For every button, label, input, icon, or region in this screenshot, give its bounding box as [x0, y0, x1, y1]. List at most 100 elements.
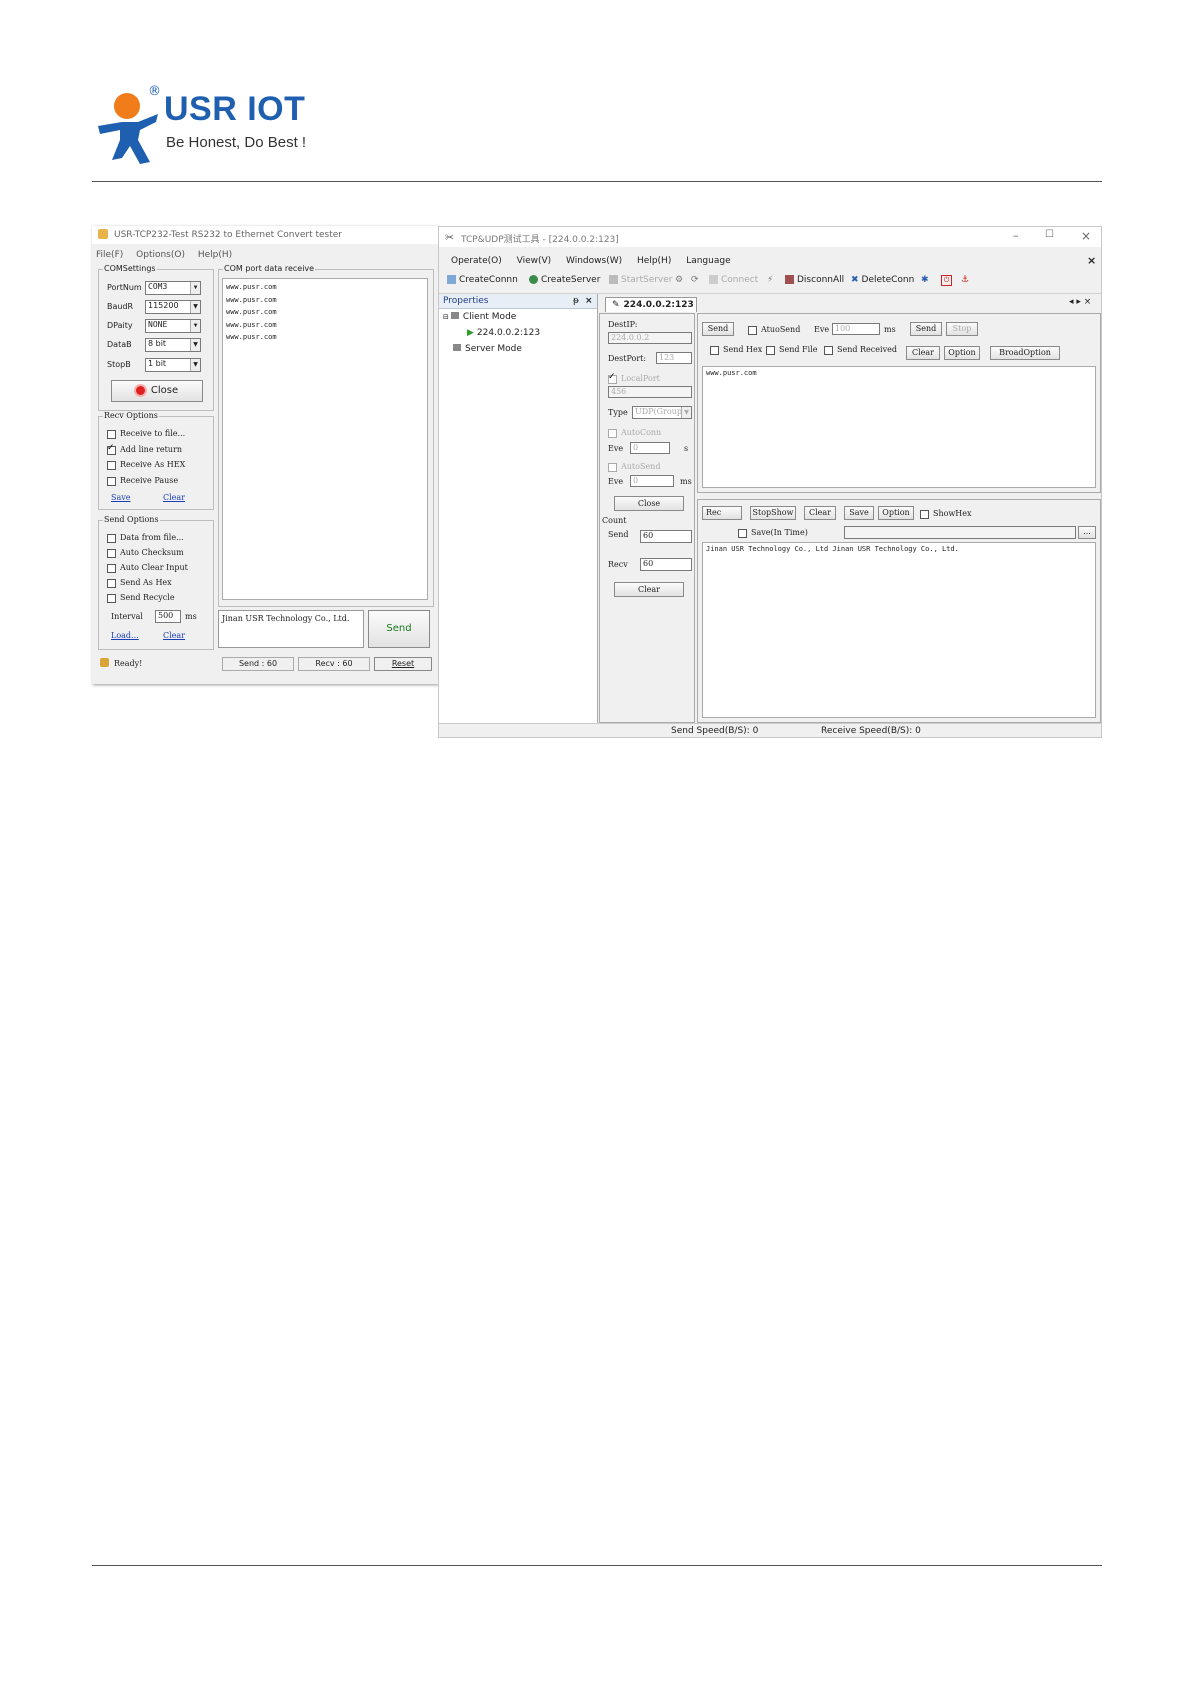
eve1-unit: s [684, 444, 689, 453]
send-as-hex-checkbox[interactable]: Send As Hex [107, 578, 172, 588]
save-in-time-checkbox[interactable]: Save(In Time) [738, 528, 808, 538]
recv-clear-button[interactable]: Clear [804, 506, 836, 520]
ready-icon [100, 658, 109, 667]
com-receive-group: COM port data receive www.pusr.com www.p… [218, 264, 434, 607]
menu-help[interactable]: Help(H) [198, 250, 232, 260]
auto-clear-input-checkbox[interactable]: Auto Clear Input [107, 563, 188, 573]
tree-server-mode[interactable]: Server Mode [453, 344, 522, 354]
count-clear-button[interactable]: Clear [614, 582, 684, 597]
auto-send-checkbox[interactable]: AutoSend [608, 462, 660, 472]
menu-language[interactable]: Language [686, 256, 730, 266]
folder-icon [453, 344, 461, 351]
send-count-input: 60 [640, 530, 692, 543]
send-text-area[interactable]: www.pusr.com [702, 366, 1096, 488]
dest-port-input[interactable]: 123 [656, 352, 692, 364]
send-tab-button[interactable]: Send [702, 322, 734, 336]
com-close-button[interactable]: Close [111, 380, 203, 402]
right-status-bar: Send Speed(B/S): 0 Receive Speed(B/S): 0 [439, 723, 1101, 738]
auto-conn-checkbox[interactable]: AutoConn [608, 428, 661, 438]
recv-save-button[interactable]: Save [844, 506, 874, 520]
dpaity-select[interactable]: NONE ▼ [145, 319, 201, 333]
send-recycle-checkbox[interactable]: Send Recycle [107, 593, 175, 603]
create-server-button[interactable]: CreateServer [529, 275, 600, 285]
menu-options[interactable]: Options(O) [136, 250, 185, 260]
add-line-return-checkbox[interactable]: Add line return [107, 443, 182, 455]
auto-checksum-checkbox[interactable]: Auto Checksum [107, 548, 184, 558]
save-path-input[interactable] [844, 526, 1076, 539]
settings-icon[interactable]: ⚙ [675, 275, 683, 285]
menu-operate[interactable]: Operate(O) [451, 256, 502, 266]
eve1-input[interactable]: 0 [630, 442, 670, 454]
interval-input[interactable]: 500 [155, 610, 181, 623]
connection-tab[interactable]: ✎ 224.0.0.2:123 [605, 297, 697, 312]
local-port-input[interactable]: 456 [608, 386, 692, 398]
eve2-input[interactable]: 0 [630, 475, 674, 487]
send-load-link[interactable]: Load... [111, 631, 139, 640]
send-eve-input[interactable]: 100 [832, 323, 880, 335]
menu-close-icon[interactable]: × [1087, 254, 1096, 267]
eve2-unit: ms [680, 477, 692, 486]
recv-text-area[interactable]: Jinan USR Technology Co., Ltd Jinan USR … [702, 542, 1096, 718]
collapse-icon: ⊟ [443, 313, 449, 321]
local-port-checkbox[interactable]: LocalPort [608, 372, 660, 384]
pin-icon[interactable]: ᵽ [573, 294, 579, 308]
conn-close-button[interactable]: Close [614, 496, 684, 511]
recv-save-link[interactable]: Save [111, 493, 131, 502]
rec-tab-button[interactable]: Rec [702, 506, 742, 520]
properties-close-icon[interactable]: × [585, 294, 593, 308]
menu-help[interactable]: Help(H) [637, 256, 671, 266]
maximize-icon[interactable]: ☐ [1045, 229, 1054, 240]
send-received-checkbox[interactable]: Send Received [824, 345, 897, 355]
stop-button[interactable]: Stop [946, 322, 978, 336]
recv-clear-link[interactable]: Clear [163, 493, 185, 502]
tree-client-mode[interactable]: ⊟ Client Mode [443, 312, 516, 322]
com-receive-text[interactable]: www.pusr.com www.pusr.com www.pusr.com w… [222, 278, 428, 600]
menu-windows[interactable]: Windows(W) [566, 256, 622, 266]
browse-button[interactable]: ... [1078, 526, 1096, 539]
stopb-select[interactable]: 1 bit ▼ [145, 358, 201, 372]
disconn-all-button[interactable]: DisconnAll [785, 275, 844, 285]
send-file-checkbox[interactable]: Send File [766, 345, 817, 355]
delete-conn-button[interactable]: ✖ DeleteConn [851, 275, 914, 285]
disconnect-icon[interactable]: ⚡ [767, 275, 773, 285]
baudr-select[interactable]: 115200 ▼ [145, 300, 201, 314]
close-icon[interactable]: × [1081, 229, 1091, 243]
show-hex-checkbox[interactable]: ShowHex [920, 509, 972, 519]
receive-pause-checkbox[interactable]: Receive Pause [107, 476, 178, 486]
left-send-input[interactable]: Jinan USR Technology Co., Ltd. [218, 610, 364, 648]
tree-client-connection[interactable]: ▶ 224.0.0.2:123 [467, 328, 540, 338]
type-select[interactable]: UDP(Group) ▼ [632, 406, 692, 419]
send-clear-link[interactable]: Clear [163, 631, 185, 640]
send-button[interactable]: Send [910, 322, 942, 336]
minimize-icon[interactable]: – [1013, 229, 1019, 242]
receive-to-file-checkbox[interactable]: Receive to file... [107, 429, 185, 439]
atuo-send-checkbox[interactable]: AtuoSend [748, 325, 800, 335]
menu-file[interactable]: File(F) [96, 250, 123, 260]
create-conn-button[interactable]: CreateConnn [447, 275, 518, 285]
recv-option-button[interactable]: Option [878, 506, 914, 520]
stop-show-button[interactable]: StopShow [750, 506, 796, 520]
data-from-file-checkbox[interactable]: Data from file... [107, 533, 184, 543]
datab-select[interactable]: 8 bit ▼ [145, 338, 201, 352]
dest-ip-input[interactable]: 224.0.0.2 [608, 332, 692, 344]
reset-button[interactable]: Reset [374, 657, 432, 671]
broad-option-button[interactable]: BroadOption [990, 346, 1060, 360]
tab-nav-icons[interactable]: ◂ ▸ × [1069, 297, 1091, 307]
send-option-button[interactable]: Option [944, 346, 980, 360]
link-icon[interactable]: ⚓ [961, 275, 969, 285]
menu-view[interactable]: View(V) [517, 256, 552, 266]
interval-label: Interval [111, 612, 143, 621]
start-server-button[interactable]: StartServer [609, 275, 673, 285]
receive-as-hex-checkbox[interactable]: Receive As HEX [107, 460, 185, 470]
connect-button[interactable]: Connect [709, 275, 758, 285]
ready-status: Ready! [114, 659, 143, 668]
left-send-button[interactable]: Send [368, 610, 430, 648]
send-clear-button[interactable]: Clear [906, 346, 940, 360]
network-icon[interactable]: ✱ [921, 275, 929, 285]
send-hex-checkbox[interactable]: Send Hex [710, 345, 762, 355]
receive-line: www.pusr.com [226, 333, 277, 341]
portnum-select[interactable]: COM3 ▼ [145, 281, 201, 295]
refresh-icon[interactable]: ⟳ [691, 275, 699, 285]
send-speed-status: Send Speed(B/S): 0 [671, 726, 759, 736]
stop-icon[interactable]: ⏻ [941, 275, 952, 286]
